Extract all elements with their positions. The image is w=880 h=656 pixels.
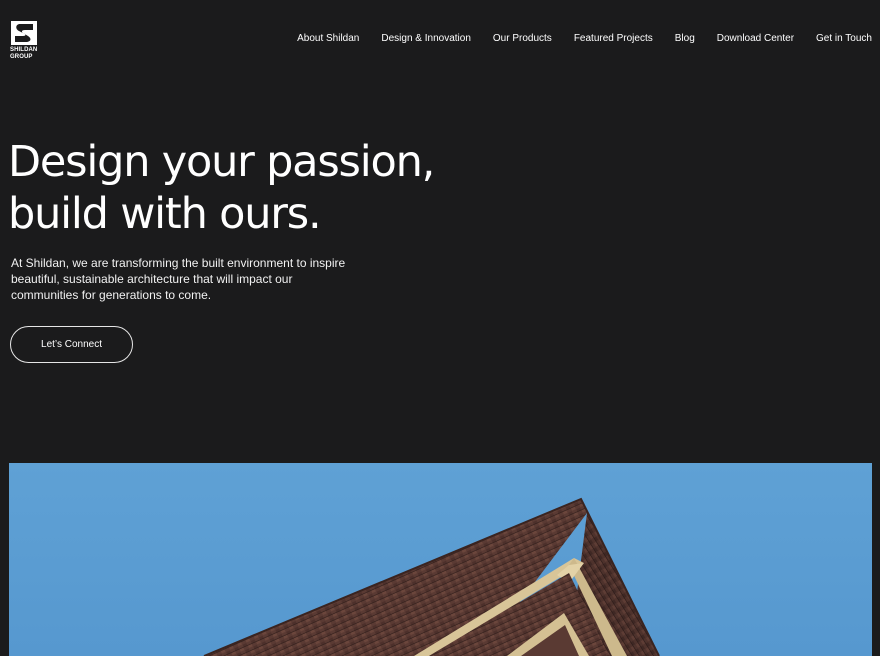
logo-text-line2: GROUP (10, 54, 33, 60)
page: SHILDAN GROUP About Shildan Design & Inn… (0, 0, 880, 656)
nav-item-blog[interactable]: Blog (675, 33, 695, 44)
nav-item-featured-projects[interactable]: Featured Projects (574, 33, 653, 44)
main-nav: About Shildan Design & Innovation Our Pr… (275, 33, 872, 44)
nav-item-get-in-touch[interactable]: Get in Touch (816, 33, 872, 44)
hero-title-line1: Design your passion, (8, 137, 435, 187)
hero-title-line2: build with ours. (8, 189, 322, 239)
hero-photo (9, 463, 872, 656)
logo-text: SHILDAN GROUP (10, 47, 37, 61)
lets-connect-button[interactable]: Let’s Connect (10, 326, 133, 363)
hero-description: At Shildan, we are transforming the buil… (11, 256, 346, 302)
hero-title: Design your passion, build with ours. (8, 136, 435, 240)
shildan-logo[interactable]: SHILDAN GROUP (10, 21, 40, 61)
logo-text-line1: SHILDAN (10, 47, 38, 53)
nav-item-design-innovation[interactable]: Design & Innovation (381, 33, 471, 44)
nav-item-about[interactable]: About Shildan (297, 33, 359, 44)
logo-mark-icon (11, 21, 37, 45)
nav-item-download-center[interactable]: Download Center (717, 33, 794, 44)
nav-item-products[interactable]: Our Products (493, 33, 552, 44)
